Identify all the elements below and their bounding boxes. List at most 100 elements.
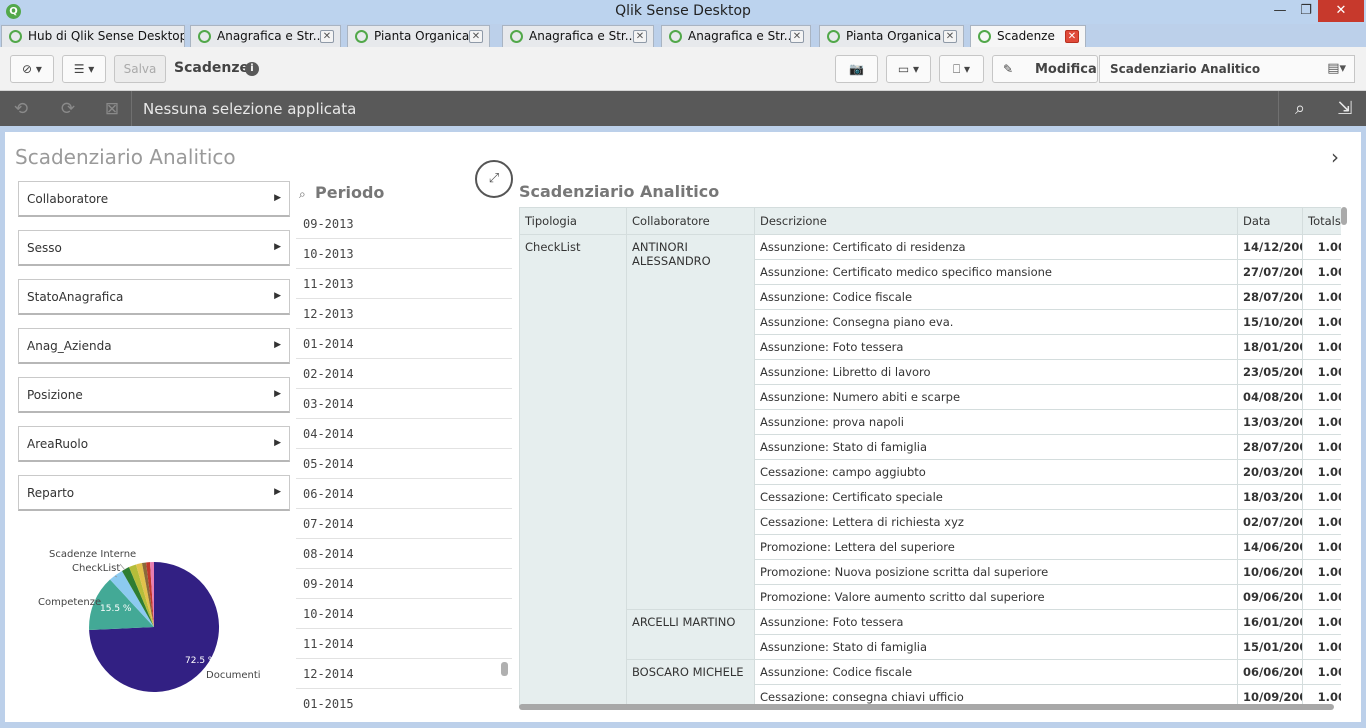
list-item[interactable]: 03-2014 [296,389,512,419]
col-header-data[interactable]: Data [1237,207,1303,235]
tab-pianta-organica-2[interactable]: Pianta Organica ✕ [819,25,964,47]
qlik-tab-icon [355,30,368,43]
present-button[interactable]: ▭ ▾ [886,55,931,83]
pivot-table[interactable]: Tipologia Collaboratore Descrizione Data… [519,207,1341,707]
tab-anagrafica-1[interactable]: Anagrafica e Str... ✕ [190,25,341,47]
sheet-selector[interactable]: Scadenziario Analitico ▤▾ [1099,55,1355,83]
cell-descrizione[interactable]: Assunzione: Libretto di lavoro [754,359,1238,385]
col-header-collaboratore[interactable]: Collaboratore [626,207,755,235]
next-sheet-icon[interactable]: › [1331,145,1339,169]
list-item[interactable]: 11-2013 [296,269,512,299]
col-header-descrizione[interactable]: Descrizione [754,207,1238,235]
list-item[interactable]: 09-2014 [296,569,512,599]
edit-label: Modifica [1035,62,1097,77]
search-icon[interactable]: ⌕ [299,187,306,202]
list-item[interactable]: 01-2015 [296,689,512,709]
maximize-button[interactable]: ❐ [1294,0,1318,22]
qlik-tab-icon [978,30,991,43]
list-item[interactable]: 12-2014 [296,659,512,689]
filter-collaboratore[interactable]: Collaboratore ▶ [18,181,290,217]
col-header-totals[interactable]: Totals [1302,207,1341,235]
periodo-scrollbar[interactable] [501,662,508,676]
list-item[interactable]: 02-2014 [296,359,512,389]
save-button[interactable]: Salva [114,55,166,83]
cell-descrizione[interactable]: Assunzione: Consegna piano eva. [754,309,1238,335]
minimize-button[interactable]: — [1268,0,1292,22]
tab-anagrafica-3[interactable]: Anagrafica e Str... ✕ [661,25,811,47]
filter-anag-azienda[interactable]: Anag_Azienda ▶ [18,328,290,364]
cell-tipologia[interactable]: CheckList [519,234,627,707]
filter-reparto[interactable]: Reparto ▶ [18,475,290,511]
cell-data: 28/07/2005 [1237,284,1303,310]
tab-close-icon[interactable]: ✕ [790,30,804,43]
cell-descrizione[interactable]: Cessazione: Lettera di richiesta xyz [754,509,1238,535]
list-item[interactable]: 04-2014 [296,419,512,449]
tab-close-icon[interactable]: ✕ [1065,30,1079,43]
cell-collaboratore[interactable]: BOSCARO MICHELE [626,659,755,707]
cell-descrizione[interactable]: Assunzione: Numero abiti e scarpe [754,384,1238,410]
list-item[interactable]: 12-2013 [296,299,512,329]
clear-selections-icon[interactable]: ⊠ [99,98,125,120]
pie-label-scadenze: Scadenze Interne [49,549,137,560]
filter-statoanagrafica[interactable]: StatoAnagrafica ▶ [18,279,290,315]
tab-close-icon[interactable]: ✕ [320,30,334,43]
cell-descrizione[interactable]: Assunzione: Certificato di residenza [754,234,1238,260]
step-forward-icon[interactable]: ⟳ [55,98,81,120]
sheet-list-button[interactable]: ☰ ▾ [62,55,106,83]
tab-anagrafica-2[interactable]: Anagrafica e Str... ✕ [502,25,654,47]
cell-descrizione[interactable]: Cessazione: campo aggiubto [754,459,1238,485]
tab-pianta-organica-1[interactable]: Pianta Organica ✕ [347,25,490,47]
cell-data: 15/10/2009 [1237,309,1303,335]
cell-collaboratore[interactable]: ANTINORI ALESSANDRO [626,234,755,610]
cell-collaboratore[interactable]: ARCELLI MARTINO [626,609,755,660]
table-vertical-scrollbar[interactable] [1341,207,1347,225]
step-back-icon[interactable]: ⟲ [8,98,34,120]
list-item[interactable]: 01-2014 [296,329,512,359]
navigation-button[interactable]: ⊘ ▾ [10,55,54,83]
cell-descrizione[interactable]: Assunzione: prova napoli [754,409,1238,435]
cell-descrizione[interactable]: Promozione: Valore aumento scritto dal s… [754,584,1238,610]
cell-totale: 1.00 [1302,609,1341,635]
snapshot-button[interactable]: 📷 [835,55,878,83]
cell-descrizione[interactable]: Assunzione: Stato di famiglia [754,634,1238,660]
cell-descrizione[interactable]: Assunzione: Foto tessera [754,609,1238,635]
cell-totale: 1.00 [1302,384,1341,410]
list-item[interactable]: 11-2014 [296,629,512,659]
table-horizontal-scrollbar[interactable] [519,704,1334,710]
tab-close-icon[interactable]: ✕ [943,30,957,43]
filter-posizione[interactable]: Posizione ▶ [18,377,290,413]
list-item[interactable]: 09-2013 [296,209,512,239]
periodo-title: Periodo [315,183,385,202]
tab-hub[interactable]: Hub di Qlik Sense Desktop [1,25,185,47]
expand-icon[interactable]: ⤢ [475,160,513,198]
close-window-button[interactable]: ✕ [1318,0,1364,22]
selections-tool-icon[interactable]: ⇲ [1332,98,1358,120]
camera-icon: 📷 [849,62,864,76]
tab-close-icon[interactable]: ✕ [469,30,483,43]
cell-descrizione[interactable]: Assunzione: Codice fiscale [754,659,1238,685]
cell-descrizione[interactable]: Assunzione: Codice fiscale [754,284,1238,310]
cell-descrizione[interactable]: Assunzione: Stato di famiglia [754,434,1238,460]
list-item[interactable]: 05-2014 [296,449,512,479]
cell-descrizione[interactable]: Assunzione: Certificato medico specifico… [754,259,1238,285]
cell-data: 27/07/2005 [1237,259,1303,285]
list-item[interactable]: 07-2014 [296,509,512,539]
cell-descrizione[interactable]: Promozione: Nuova posizione scritta dal … [754,559,1238,585]
cell-descrizione[interactable]: Promozione: Lettera del superiore [754,534,1238,560]
cell-descrizione[interactable]: Cessazione: Certificato speciale [754,484,1238,510]
tab-scadenze[interactable]: Scadenze ✕ [970,25,1086,48]
filter-sesso[interactable]: Sesso ▶ [18,230,290,266]
list-item[interactable]: 06-2014 [296,479,512,509]
info-icon[interactable]: i [245,62,259,76]
expand-arrow-icon: ▶ [274,242,281,252]
list-item[interactable]: 08-2014 [296,539,512,569]
smart-search-icon[interactable]: ⌕ [1287,98,1313,120]
list-item[interactable]: 10-2013 [296,239,512,269]
bookmarks-button[interactable]: ⎕ ▾ [939,55,984,83]
pie-chart[interactable]: Scadenze Interne CheckList Competenze Do… [25,542,295,717]
cell-descrizione[interactable]: Assunzione: Foto tessera [754,334,1238,360]
filter-arearuolo[interactable]: AreaRuolo ▶ [18,426,290,462]
tab-close-icon[interactable]: ✕ [633,30,647,43]
list-item[interactable]: 10-2014 [296,599,512,629]
col-header-tipologia[interactable]: Tipologia [519,207,627,235]
